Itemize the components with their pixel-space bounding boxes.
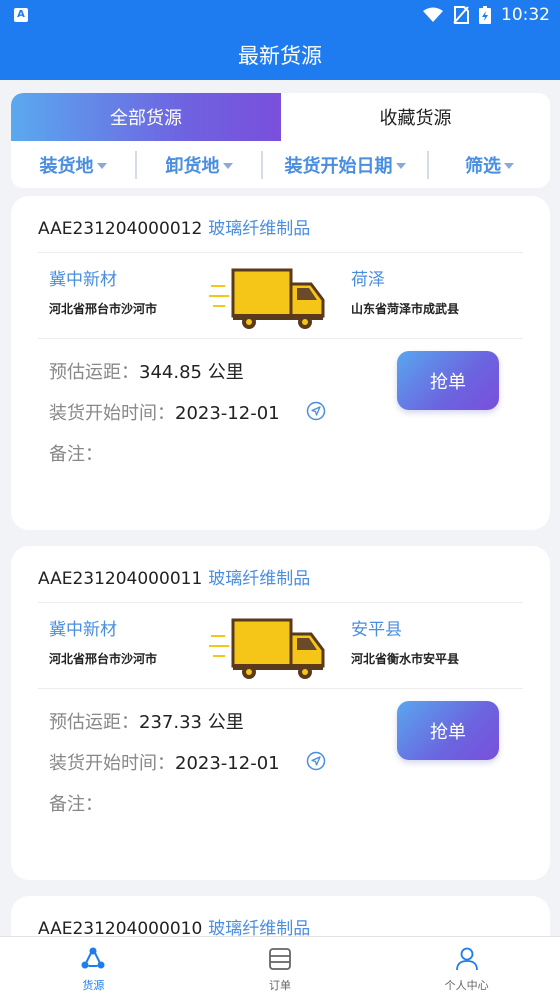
divider bbox=[38, 602, 523, 603]
origin-address: 河北省邢台市沙河市 bbox=[49, 302, 158, 316]
clock: 10:32 bbox=[501, 5, 550, 25]
chevron-down-icon bbox=[504, 162, 514, 169]
order-code: AAE231204000011 bbox=[38, 569, 203, 589]
filter-bar: 装货地 卸货地 装货开始日期 筛选 bbox=[11, 141, 550, 188]
order-code-line: AAE231204000012 玻璃纤维制品 bbox=[38, 214, 310, 239]
destination-name: 安平县 bbox=[351, 620, 402, 640]
order-card[interactable]: AAE231204000011 玻璃纤维制品 冀中新材 河北省邢台市沙河市 安平县… bbox=[11, 546, 550, 880]
distance-row: 预估运距：237.33 公里 bbox=[49, 708, 244, 734]
order-card[interactable]: AAE231204000012 玻璃纤维制品 冀中新材 河北省邢台市沙河市 荷泽 … bbox=[11, 196, 550, 530]
distance-label: 预估运距： bbox=[49, 362, 139, 383]
divider bbox=[38, 338, 523, 339]
distance-value: 344.85 公里 bbox=[139, 362, 244, 383]
tab-favorite-cargo[interactable]: 收藏货源 bbox=[281, 93, 550, 141]
filter-unloading-place[interactable]: 卸货地 bbox=[137, 141, 261, 188]
navigation-icon[interactable] bbox=[306, 751, 326, 771]
app-bar: 最新货源 bbox=[0, 30, 560, 80]
start-time-label: 装货开始时间： bbox=[49, 753, 175, 774]
start-time-row: 装货开始时间：2023-12-01 bbox=[49, 749, 280, 775]
bottom-nav: 货源 订单 个人中心 bbox=[0, 936, 560, 995]
origin-name: 冀中新材 bbox=[49, 620, 117, 640]
nav-label: 货源 bbox=[82, 979, 105, 992]
grab-order-button[interactable]: 抢单 bbox=[397, 351, 499, 410]
origin-name: 冀中新材 bbox=[49, 270, 117, 290]
order-code: AAE231204000012 bbox=[38, 219, 203, 239]
notification-icon: A bbox=[14, 8, 28, 22]
filter-loading-place[interactable]: 装货地 bbox=[11, 141, 135, 188]
divider bbox=[38, 252, 523, 253]
divider bbox=[38, 688, 523, 689]
truck-icon bbox=[209, 618, 325, 679]
nav-orders[interactable]: 订单 bbox=[187, 937, 374, 995]
tab-filter-card: 全部货源 收藏货源 装货地 卸货地 装货开始日期 筛选 bbox=[11, 93, 550, 188]
truck-icon bbox=[209, 268, 325, 329]
battery-icon bbox=[479, 6, 491, 24]
note-label: 备注： bbox=[49, 444, 103, 465]
status-icons: 10:32 bbox=[423, 4, 550, 26]
filter-label: 筛选 bbox=[465, 155, 501, 177]
cargo-category: 玻璃纤维制品 bbox=[208, 219, 311, 239]
chevron-down-icon bbox=[96, 162, 107, 169]
no-sim-icon bbox=[453, 6, 469, 24]
wifi-icon bbox=[423, 7, 443, 22]
cargo-category: 玻璃纤维制品 bbox=[208, 569, 311, 589]
nav-cargo[interactable]: 货源 bbox=[0, 937, 187, 995]
note-label: 备注： bbox=[49, 794, 103, 815]
distance-row: 预估运距：344.85 公里 bbox=[49, 358, 244, 384]
filter-label: 卸货地 bbox=[165, 155, 220, 177]
destination-address: 河北省衡水市安平县 bbox=[351, 652, 460, 666]
distance-value: 237.33 公里 bbox=[139, 712, 244, 733]
nav-profile[interactable]: 个人中心 bbox=[373, 937, 560, 995]
nav-label: 个人中心 bbox=[444, 979, 489, 992]
status-bar: A 10:32 bbox=[0, 0, 560, 30]
order-code-line: AAE231204000011 玻璃纤维制品 bbox=[38, 564, 310, 589]
destination-address: 山东省菏泽市成武县 bbox=[351, 302, 460, 316]
cargo-icon bbox=[81, 947, 105, 969]
destination-name: 荷泽 bbox=[351, 270, 385, 290]
navigation-icon[interactable] bbox=[306, 401, 326, 421]
order-icon bbox=[269, 948, 291, 970]
page-title: 最新货源 bbox=[238, 44, 322, 68]
grab-order-button[interactable]: 抢单 bbox=[397, 701, 499, 760]
chevron-down-icon bbox=[222, 162, 233, 169]
distance-label: 预估运距： bbox=[49, 712, 139, 733]
filter-loading-start-date[interactable]: 装货开始日期 bbox=[263, 141, 427, 188]
tab-all-cargo[interactable]: 全部货源 bbox=[11, 93, 281, 141]
chevron-down-icon bbox=[395, 162, 406, 169]
filter-more[interactable]: 筛选 bbox=[429, 141, 550, 188]
nav-label: 订单 bbox=[269, 979, 291, 992]
start-time-value: 2023-12-01 bbox=[175, 753, 280, 774]
filter-label: 装货开始日期 bbox=[284, 155, 393, 177]
origin-address: 河北省邢台市沙河市 bbox=[49, 652, 158, 666]
start-time-row: 装货开始时间：2023-12-01 bbox=[49, 399, 280, 425]
note-row: 备注： bbox=[49, 790, 103, 816]
start-time-value: 2023-12-01 bbox=[175, 403, 280, 424]
start-time-label: 装货开始时间： bbox=[49, 403, 175, 424]
filter-label: 装货地 bbox=[39, 155, 94, 177]
note-row: 备注： bbox=[49, 440, 103, 466]
user-icon bbox=[455, 947, 478, 971]
